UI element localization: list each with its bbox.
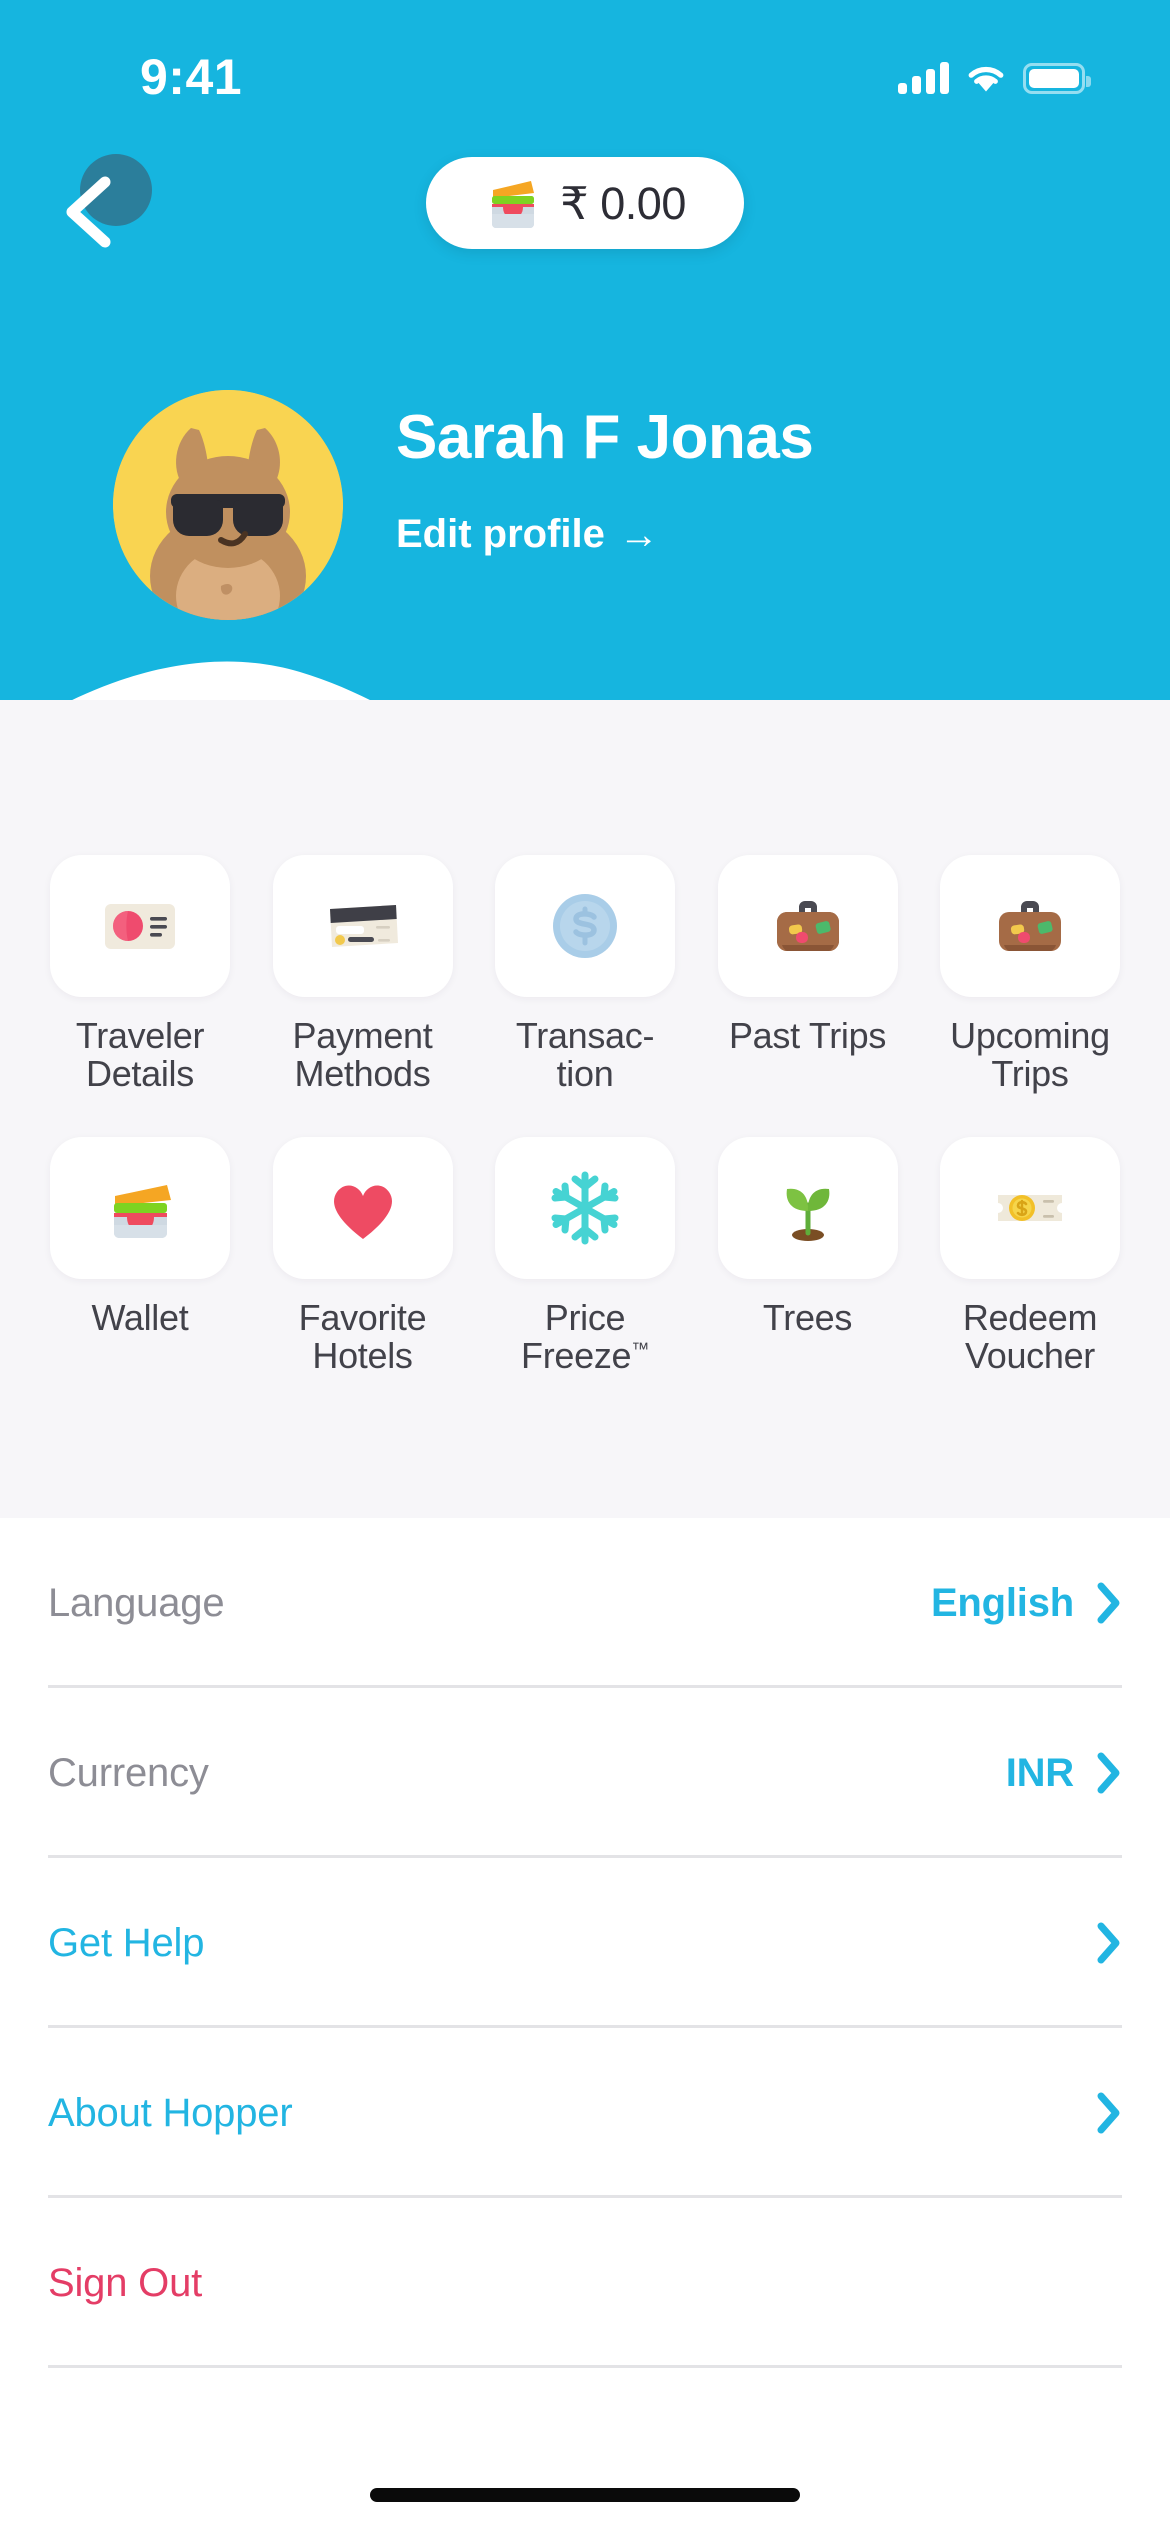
nav-bar: ₹ 0.00 — [0, 135, 1170, 270]
shortcut-wallet[interactable]: Wallet — [50, 1137, 230, 1375]
settings-list: Language English Currency INR Get Help A… — [0, 1518, 1170, 2368]
battery-full-icon — [1023, 63, 1091, 94]
shortcut-tile — [940, 855, 1120, 997]
shortcut-transaction[interactable]: Transac-tion — [495, 855, 675, 1093]
shortcut-label: Transac-tion — [515, 1015, 655, 1095]
shortcut-label: Traveler Details — [75, 1015, 205, 1095]
settings-row-get-help[interactable]: Get Help — [0, 1858, 1170, 2028]
settings-row-value-group — [1096, 2091, 1122, 2135]
shortcut-redeem-voucher[interactable]: Redeem Voucher — [940, 1137, 1120, 1375]
wifi-icon — [965, 62, 1007, 94]
settings-row-value-group: English — [931, 1581, 1122, 1626]
snowflake-icon — [551, 1171, 619, 1245]
status-bar: 9:41 — [0, 0, 1170, 130]
settings-row-label: Language — [48, 1580, 225, 1625]
dollar-coin-icon — [553, 894, 617, 958]
arrow-right-icon: → — [618, 512, 659, 557]
profile-header: Sarah F Jonas Edit profile → — [0, 372, 1170, 620]
shortcuts-section: Traveler Details Payment Methods Transac… — [0, 700, 1170, 1518]
shortcut-label: Redeem Voucher — [962, 1297, 1098, 1377]
settings-row-value-group: INR — [1006, 1751, 1122, 1796]
settings-row-label: Sign Out — [48, 2260, 203, 2305]
status-bar-time: 9:41 — [140, 49, 243, 105]
shortcut-label: Past Trips — [728, 1015, 887, 1056]
chevron-right-icon — [1096, 2091, 1122, 2135]
heart-icon — [333, 1185, 392, 1240]
wallet-cards-icon — [114, 1185, 171, 1239]
shortcut-label: Price Freeze™ — [495, 1299, 675, 1375]
user-name: Sarah F Jonas — [396, 403, 814, 472]
shortcut-tile — [717, 1137, 898, 1280]
shortcut-tile — [272, 855, 453, 997]
shortcut-price-freeze[interactable]: Price Freeze™ — [495, 1137, 675, 1375]
trademark-symbol: ™ — [631, 1339, 649, 1360]
back-chevron-icon — [50, 170, 130, 250]
shortcut-label: Upcoming Trips — [950, 1015, 1110, 1095]
edit-profile-label: Edit profile — [396, 512, 605, 556]
settings-row-value: INR — [1005, 1750, 1074, 1795]
shortcut-tile — [50, 855, 230, 997]
shortcuts-grid: Traveler Details Payment Methods Transac… — [0, 855, 1170, 1376]
shortcut-label: Favorite Hotels — [298, 1297, 427, 1377]
credit-card-icon — [329, 905, 398, 947]
shortcut-favorite-hotels[interactable]: Favorite Hotels — [272, 1137, 453, 1377]
settings-row-about-hopper[interactable]: About Hopper — [0, 2028, 1170, 2198]
edit-profile-link[interactable]: Edit profile → — [396, 512, 659, 557]
shortcut-payment-methods[interactable]: Payment Methods — [272, 855, 453, 1095]
settings-row-language[interactable]: Language English — [0, 1518, 1170, 1688]
shortcut-label: Payment Methods — [292, 1015, 433, 1095]
settings-row-label: Currency — [48, 1750, 209, 1795]
chevron-right-icon — [1096, 1921, 1122, 1965]
settings-row-value: English — [930, 1580, 1074, 1625]
wallet-balance-pill[interactable]: ₹ 0.00 — [426, 157, 744, 249]
shortcut-tile — [940, 1137, 1120, 1280]
seedling-icon — [786, 1189, 829, 1242]
shortcuts-row: Traveler Details Payment Methods Transac… — [0, 855, 1170, 1093]
app-screen: 9:41 ₹ 0.00 Sarah F Jonas Edit profile →… — [0, 0, 1170, 2532]
shortcut-upcoming-trips[interactable]: Upcoming Trips — [940, 855, 1120, 1093]
chevron-right-icon — [1096, 1581, 1122, 1625]
avatar[interactable] — [113, 390, 343, 620]
shortcut-traveler-details[interactable]: Traveler Details — [50, 855, 230, 1093]
shortcut-label: Trees — [762, 1297, 853, 1339]
shortcuts-row: Wallet Favorite Hotels Price Freeze™ Tre… — [0, 1137, 1170, 1375]
money-voucher-icon — [998, 1195, 1062, 1222]
home-indicator-bar — [370, 2488, 800, 2502]
suitcase-icon — [999, 901, 1061, 951]
settings-row-currency[interactable]: Currency INR — [0, 1688, 1170, 1858]
shortcut-tile — [495, 1137, 675, 1280]
shortcut-label: Wallet — [91, 1297, 189, 1339]
shortcut-tile — [495, 855, 675, 997]
shortcut-tile — [717, 855, 898, 997]
back-button[interactable] — [40, 150, 152, 260]
settings-row-label: About Hopper — [48, 2090, 293, 2135]
shortcut-trees[interactable]: Trees — [717, 1137, 898, 1375]
cellular-signal-icon — [898, 62, 949, 94]
status-bar-indicators — [898, 52, 1091, 94]
shortcut-tile — [272, 1137, 453, 1280]
id-card-icon — [105, 904, 175, 949]
wallet-balance-amount: ₹ 0.00 — [560, 177, 686, 229]
settings-row-label: Get Help — [48, 1920, 205, 1965]
shortcut-label-text: Price Freeze — [521, 1297, 632, 1377]
shortcut-tile — [50, 1137, 230, 1280]
settings-row-sign-out[interactable]: Sign Out — [0, 2198, 1170, 2368]
chevron-right-icon — [1096, 1751, 1122, 1795]
suitcase-icon — [776, 901, 839, 951]
settings-row-value-group — [1096, 1921, 1122, 1965]
wallet-cards-icon — [484, 174, 542, 232]
shortcut-past-trips[interactable]: Past Trips — [717, 855, 898, 1093]
